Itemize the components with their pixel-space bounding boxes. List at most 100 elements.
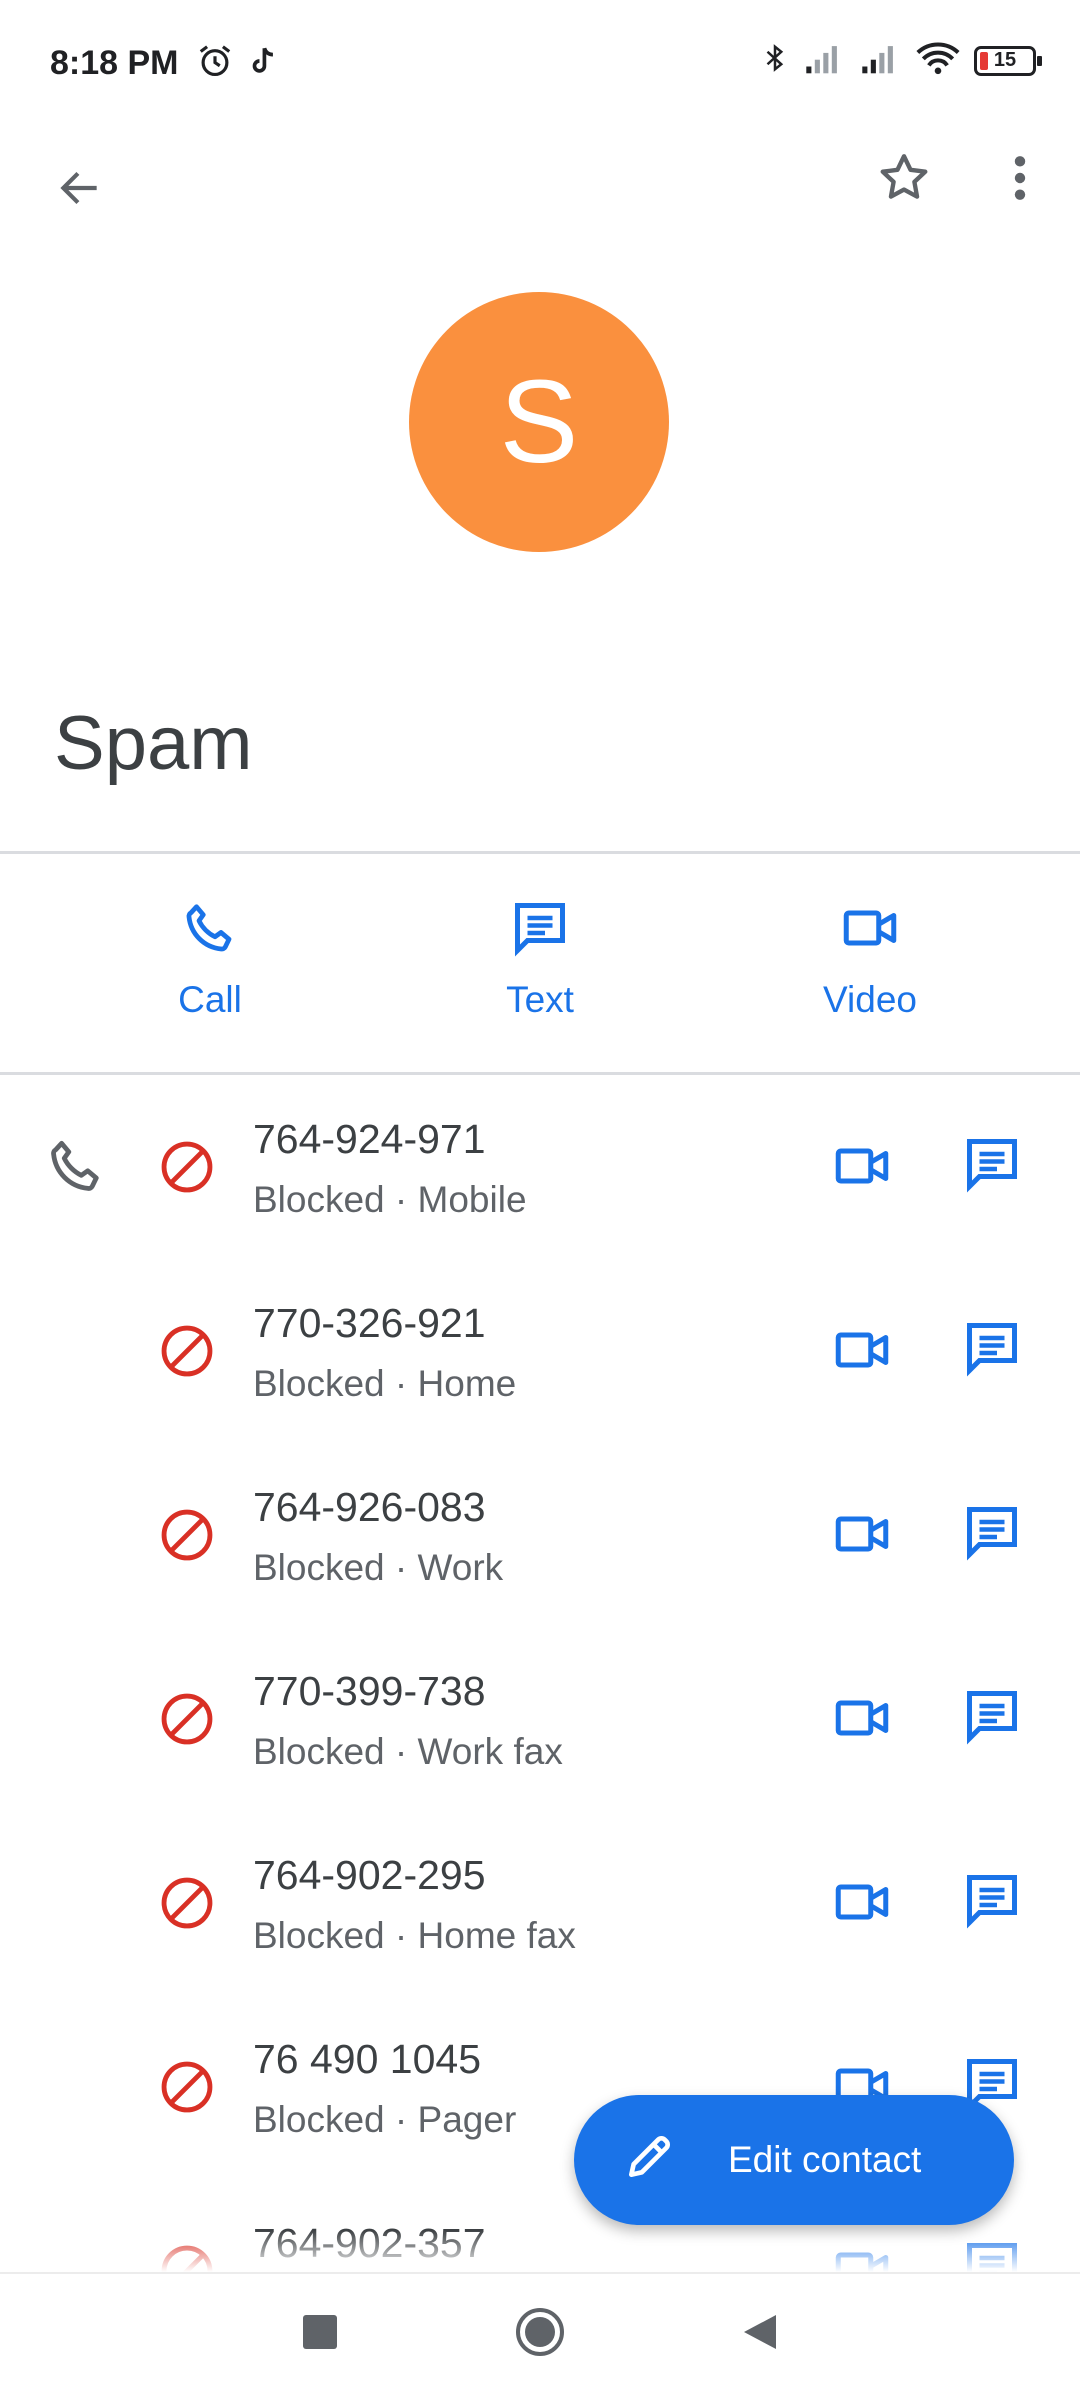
- videocam-icon: [840, 898, 900, 979]
- send-message-button[interactable]: [952, 1126, 1032, 1206]
- video-call-button[interactable]: [822, 1680, 902, 1760]
- number-details: Blocked · Work fax: [253, 1731, 563, 1773]
- favorite-button[interactable]: [864, 140, 944, 220]
- number-details: Blocked · Home: [253, 1363, 516, 1405]
- number-type: Work fax: [417, 1731, 563, 1772]
- signal-icon: [804, 41, 846, 80]
- battery-icon: 15: [974, 45, 1042, 76]
- more-options-button[interactable]: [980, 140, 1060, 220]
- recents-button[interactable]: [280, 2294, 360, 2374]
- arrow-back-icon: [55, 163, 105, 218]
- number-row[interactable]: 764-924-971 Blocked · Mobile: [0, 1076, 1080, 1260]
- number-status: Blocked: [253, 1179, 385, 1220]
- call-action-button[interactable]: Call: [90, 898, 330, 1021]
- number-status: Blocked: [253, 1915, 385, 1956]
- block-icon: [158, 1690, 216, 1753]
- number-row[interactable]: 770-326-921 Blocked · Home: [0, 1260, 1080, 1444]
- text-action-button[interactable]: Text: [420, 898, 660, 1021]
- alarm-icon: [196, 42, 234, 85]
- number-status: Blocked: [253, 1363, 385, 1404]
- block-icon: [158, 2058, 216, 2121]
- phone-number: 76 490 1045: [253, 2036, 482, 2082]
- star-outline-icon: [875, 149, 933, 212]
- number-status: Blocked: [253, 1731, 385, 1772]
- number-details: Blocked · Work: [253, 1547, 503, 1589]
- number-status: Blocked: [253, 1547, 385, 1588]
- triangle-back-icon: [740, 2312, 780, 2357]
- videocam-icon: [832, 1872, 892, 1937]
- phone-icon: [180, 898, 240, 979]
- message-icon: [962, 1502, 1022, 1567]
- message-icon: [510, 898, 570, 979]
- phone-number: 764-924-971: [253, 1116, 486, 1162]
- send-message-button[interactable]: [952, 1310, 1032, 1390]
- video-call-button[interactable]: [822, 1864, 902, 1944]
- video-call-button[interactable]: [822, 1128, 902, 1208]
- video-call-button[interactable]: [822, 1312, 902, 1392]
- separator: ·: [384, 1363, 418, 1404]
- divider: [0, 1072, 1080, 1075]
- battery-level: 15: [993, 49, 1017, 71]
- number-type: Home: [417, 1363, 517, 1404]
- signal-icon-2: [860, 41, 902, 80]
- videocam-icon: [832, 1688, 892, 1753]
- videocam-icon: [832, 1136, 892, 1201]
- text-action-label: Text: [506, 979, 574, 1020]
- phone-number: 770-326-921: [253, 1300, 486, 1346]
- number-row[interactable]: 764-902-295 Blocked · Home fax: [0, 1812, 1080, 1996]
- block-icon: [158, 1506, 216, 1569]
- message-icon: [962, 1686, 1022, 1751]
- edit-contact-label: Edit contact: [728, 2139, 922, 2180]
- separator: ·: [384, 1731, 418, 1772]
- contact-avatar: S: [409, 292, 669, 552]
- avatar-initial: S: [499, 356, 579, 488]
- video-action-button[interactable]: Video: [750, 898, 990, 1021]
- bluetooth-icon: [760, 40, 790, 81]
- tiktok-icon: [246, 42, 280, 85]
- message-icon: [962, 1134, 1022, 1199]
- number-row[interactable]: 770-399-738 Blocked · Work fax: [0, 1628, 1080, 1812]
- list-fade: [0, 2230, 1080, 2272]
- number-type: Home fax: [417, 1915, 576, 1956]
- send-message-button[interactable]: [952, 1862, 1032, 1942]
- home-circle-icon: [514, 2306, 566, 2363]
- separator: ·: [384, 1179, 418, 1220]
- divider: [0, 851, 1080, 854]
- number-status: Blocked: [253, 2099, 385, 2140]
- number-details: Blocked · Mobile: [253, 1179, 527, 1221]
- contact-name: Spam: [54, 701, 253, 786]
- back-button[interactable]: [40, 150, 120, 230]
- separator: ·: [384, 1915, 418, 1956]
- status-icons: 15: [760, 40, 1042, 81]
- block-icon: [158, 1874, 216, 1937]
- videocam-icon: [832, 1504, 892, 1569]
- navigation-bar: [0, 2272, 1080, 2402]
- send-message-button[interactable]: [952, 1494, 1032, 1574]
- phone-number: 764-926-083: [253, 1484, 486, 1530]
- edit-contact-button[interactable]: Edit contact: [574, 2095, 1014, 2225]
- video-call-button[interactable]: [822, 1496, 902, 1576]
- separator: ·: [384, 2099, 418, 2140]
- send-message-button[interactable]: [952, 1678, 1032, 1758]
- number-details: Blocked · Home fax: [253, 1915, 576, 1957]
- number-type: Work: [417, 1547, 504, 1588]
- message-icon: [962, 1318, 1022, 1383]
- status-time: 8:18 PM: [50, 44, 179, 82]
- number-type: Pager: [417, 2099, 517, 2140]
- phone-number: 770-399-738: [253, 1668, 486, 1714]
- square-icon: [303, 2314, 337, 2354]
- message-icon: [962, 1870, 1022, 1935]
- separator: ·: [384, 1547, 418, 1588]
- call-action-label: Call: [178, 979, 242, 1020]
- edit-pencil-icon: [574, 2128, 728, 2193]
- block-icon: [158, 1322, 216, 1385]
- home-button[interactable]: [500, 2294, 580, 2374]
- block-icon: [158, 1138, 216, 1201]
- back-nav-button[interactable]: [720, 2294, 800, 2374]
- video-action-label: Video: [823, 979, 917, 1020]
- wifi-icon: [916, 41, 960, 80]
- status-bar: 8:18 PM 15: [0, 0, 1080, 130]
- number-type: Mobile: [417, 1179, 527, 1220]
- number-details: Blocked · Pager: [253, 2099, 516, 2141]
- number-row[interactable]: 764-926-083 Blocked · Work: [0, 1444, 1080, 1628]
